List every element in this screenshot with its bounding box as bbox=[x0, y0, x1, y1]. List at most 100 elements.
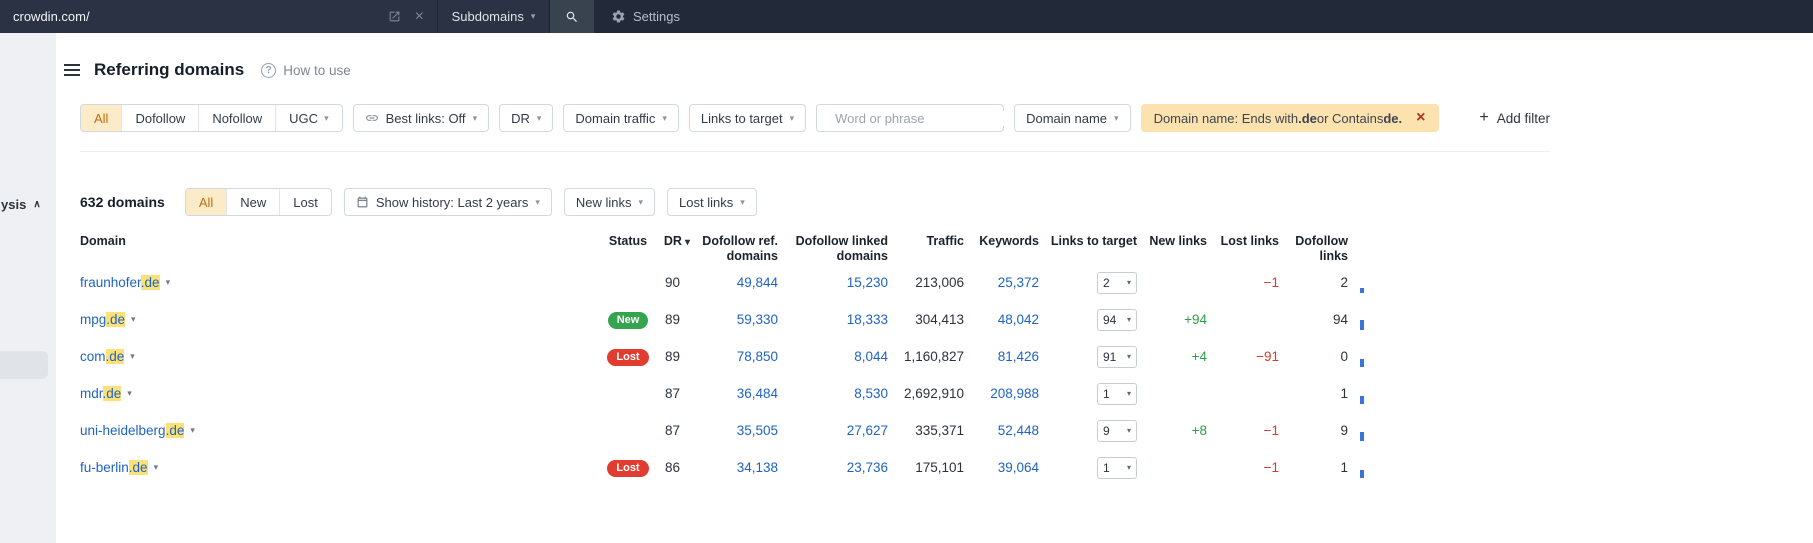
chevron-down-icon: ▾ bbox=[1126, 351, 1131, 361]
dofollow-links-value: 9 bbox=[1340, 423, 1348, 438]
results-toolbar: 632 domains All New Lost Show history: L… bbox=[80, 188, 1813, 216]
dofollow-links-value: 1 bbox=[1340, 460, 1348, 475]
header-dofollow-linked[interactable]: Dofollow linked domains bbox=[778, 234, 888, 264]
dofollow-linked-domains-link[interactable]: 8,044 bbox=[854, 349, 888, 364]
domain-dropdown-icon[interactable]: ▾ bbox=[127, 388, 132, 399]
header-keywords[interactable]: Keywords bbox=[964, 234, 1039, 249]
chevron-down-icon: ▾ bbox=[472, 112, 478, 123]
dr-value: 87 bbox=[664, 386, 680, 401]
header-traffic[interactable]: Traffic bbox=[888, 234, 964, 249]
domain-traffic-dropdown[interactable]: Domain traffic ▾ bbox=[563, 104, 679, 132]
links-to-target-select[interactable]: 1 ▾ bbox=[1097, 382, 1137, 405]
links-to-target-select[interactable]: 94 ▾ bbox=[1097, 308, 1137, 331]
sidebar-section-toggle[interactable]: ysis ∧ bbox=[1, 197, 41, 212]
domain-dropdown-icon[interactable]: ▾ bbox=[154, 462, 159, 473]
sidebar-collapsed-item[interactable] bbox=[0, 351, 48, 379]
spark-bar bbox=[1360, 470, 1364, 478]
dofollow-links-value: 0 bbox=[1340, 349, 1348, 364]
domain-link[interactable]: uni-heidelberg.de bbox=[80, 423, 185, 438]
show-history-dropdown[interactable]: Show history: Last 2 years ▾ bbox=[343, 188, 552, 216]
links-to-target-dropdown[interactable]: Links to target ▾ bbox=[688, 104, 807, 132]
spark-cell bbox=[1348, 412, 1382, 449]
links-to-target-select[interactable]: 2 ▾ bbox=[1097, 271, 1137, 294]
chevron-down-icon: ▾ bbox=[1114, 112, 1119, 123]
follow-filter-group: All Dofollow Nofollow UGC ▾ bbox=[80, 104, 343, 132]
word-search-field bbox=[816, 104, 1012, 132]
dr-filter-dropdown[interactable]: DR ▾ bbox=[499, 104, 554, 132]
header-new-links[interactable]: New links bbox=[1137, 234, 1207, 249]
status-tab-lost[interactable]: Lost bbox=[279, 189, 331, 215]
external-link-icon[interactable] bbox=[388, 10, 401, 23]
dofollow-ref-domains-link[interactable]: 78,850 bbox=[737, 349, 778, 364]
dr-value: 89 bbox=[664, 312, 680, 327]
dofollow-ref-domains-link[interactable]: 35,505 bbox=[737, 423, 778, 438]
how-to-use-link[interactable]: ? How to use bbox=[261, 62, 351, 78]
dofollow-linked-domains-link[interactable]: 15,230 bbox=[847, 275, 888, 290]
dofollow-linked-domains-link[interactable]: 8,530 bbox=[854, 386, 888, 401]
referring-domains-table: Domain Status DR ▾ Dofollow ref. domains … bbox=[80, 234, 1382, 486]
dofollow-ref-domains-link[interactable]: 49,844 bbox=[737, 275, 778, 290]
domain-dropdown-icon[interactable]: ▾ bbox=[130, 351, 135, 362]
menu-icon[interactable] bbox=[64, 64, 80, 76]
domain-dropdown-icon[interactable]: ▾ bbox=[190, 425, 195, 436]
dofollow-ref-domains-link[interactable]: 36,484 bbox=[737, 386, 778, 401]
links-to-target-select[interactable]: 91 ▾ bbox=[1097, 345, 1137, 368]
domain-dropdown-icon[interactable]: ▾ bbox=[131, 314, 136, 325]
traffic-value: 175,101 bbox=[915, 460, 964, 475]
header-lost-links[interactable]: Lost links bbox=[1207, 234, 1279, 249]
subdomains-mode-dropdown[interactable]: Subdomains ▾ bbox=[437, 0, 549, 33]
match-highlight: .de bbox=[102, 386, 122, 401]
domain-link[interactable]: com.de bbox=[80, 349, 125, 364]
spark-bar bbox=[1360, 288, 1364, 293]
links-to-target-select[interactable]: 1 ▾ bbox=[1097, 456, 1137, 479]
clear-url-icon[interactable]: × bbox=[415, 8, 424, 25]
header-dofollow-ref[interactable]: Dofollow ref. domains bbox=[690, 234, 778, 264]
new-links-dropdown[interactable]: New links ▾ bbox=[563, 188, 656, 216]
dofollow-ref-domains-link[interactable]: 59,330 bbox=[737, 312, 778, 327]
calendar-icon bbox=[357, 196, 368, 207]
target-url-input[interactable] bbox=[13, 9, 378, 24]
filter-tab-all[interactable]: All bbox=[81, 105, 122, 131]
search-button[interactable] bbox=[549, 0, 594, 33]
chevron-down-icon: ▾ bbox=[1126, 314, 1131, 324]
spark-cell bbox=[1348, 449, 1382, 486]
chevron-down-icon: ▾ bbox=[1126, 425, 1131, 435]
header-dofollow-links[interactable]: Dofollow links bbox=[1279, 234, 1348, 264]
keywords-link[interactable]: 52,448 bbox=[998, 423, 1039, 438]
chevron-down-icon: ▾ bbox=[638, 196, 644, 207]
dofollow-linked-domains-link[interactable]: 27,627 bbox=[847, 423, 888, 438]
status-tab-new[interactable]: New bbox=[226, 189, 279, 215]
dofollow-linked-domains-link[interactable]: 18,333 bbox=[847, 312, 888, 327]
domain-link[interactable]: fraunhofer.de bbox=[80, 275, 160, 290]
add-filter-button[interactable]: + Add filter bbox=[1479, 110, 1550, 126]
domain-name-dropdown[interactable]: Domain name ▾ bbox=[1014, 104, 1131, 132]
filter-tab-ugc[interactable]: UGC ▾ bbox=[275, 105, 341, 131]
chevron-down-icon: ▾ bbox=[324, 112, 329, 123]
domain-link[interactable]: mpg.de bbox=[80, 312, 126, 327]
lost-links-dropdown[interactable]: Lost links ▾ bbox=[667, 188, 757, 216]
header-domain[interactable]: Domain bbox=[80, 234, 600, 249]
keywords-link[interactable]: 39,064 bbox=[998, 460, 1039, 475]
header-status[interactable]: Status bbox=[600, 234, 656, 249]
keywords-link[interactable]: 81,426 bbox=[998, 349, 1039, 364]
header-links-to-target[interactable]: Links to target bbox=[1039, 234, 1137, 249]
remove-filter-icon[interactable]: × bbox=[1416, 110, 1425, 126]
links-to-target-select[interactable]: 9 ▾ bbox=[1097, 419, 1137, 442]
dofollow-ref-domains-link[interactable]: 34,138 bbox=[737, 460, 778, 475]
domain-link[interactable]: fu-berlin.de bbox=[80, 460, 148, 475]
best-links-dropdown[interactable]: Best links: Off ▾ bbox=[352, 104, 490, 132]
table-row: fraunhofer.de ▾ 90 49,844 15,230 213,006 … bbox=[80, 264, 1382, 301]
word-search-input[interactable] bbox=[835, 110, 1012, 126]
header-dr[interactable]: DR ▾ bbox=[656, 234, 690, 250]
keywords-link[interactable]: 48,042 bbox=[998, 312, 1039, 327]
dofollow-linked-domains-link[interactable]: 23,736 bbox=[847, 460, 888, 475]
domain-link[interactable]: mdr.de bbox=[80, 386, 122, 401]
keywords-link[interactable]: 208,988 bbox=[990, 386, 1039, 401]
filter-tab-dofollow[interactable]: Dofollow bbox=[121, 105, 198, 131]
domain-dropdown-icon[interactable]: ▾ bbox=[166, 277, 171, 288]
table-row: mpg.de ▾ New 89 59,330 18,333 304,413 48,… bbox=[80, 301, 1382, 338]
settings-button[interactable]: Settings bbox=[611, 0, 680, 33]
filter-tab-nofollow[interactable]: Nofollow bbox=[198, 105, 275, 131]
status-tab-all[interactable]: All bbox=[185, 189, 227, 215]
keywords-link[interactable]: 25,372 bbox=[998, 275, 1039, 290]
